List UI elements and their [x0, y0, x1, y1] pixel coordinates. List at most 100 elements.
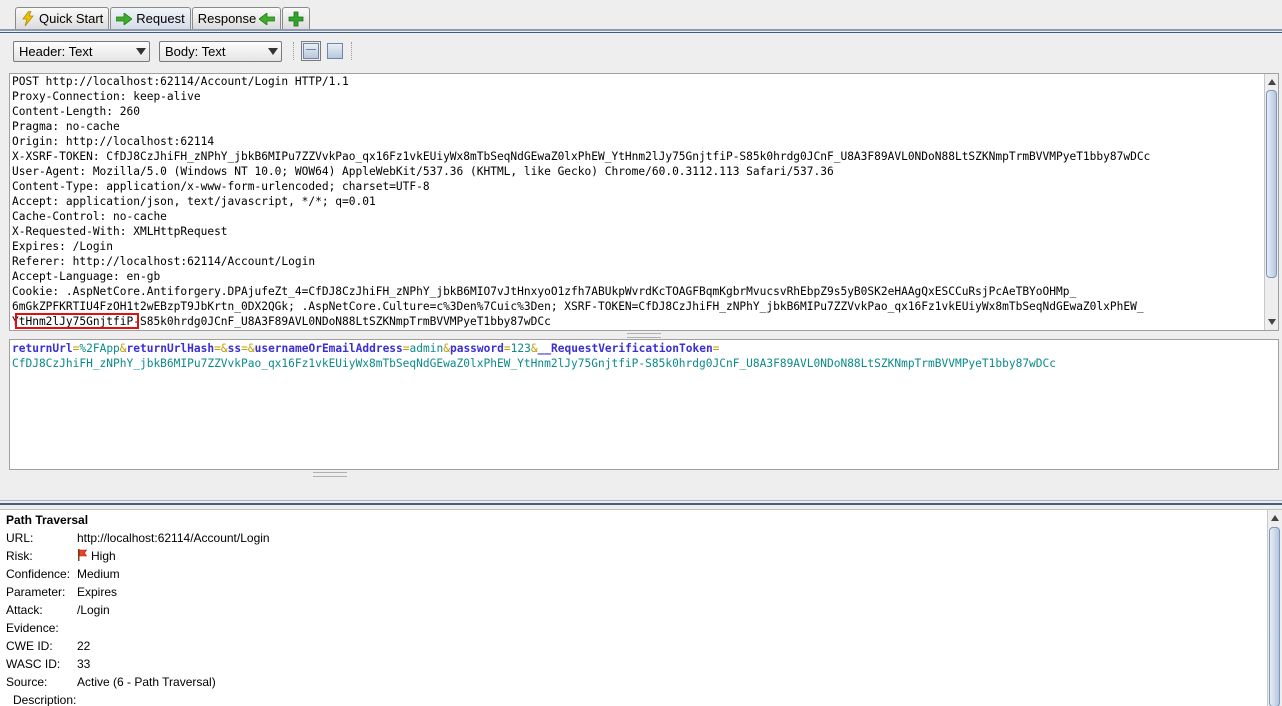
param-value: %2FApp — [79, 342, 120, 355]
body-line: returnUrl=%2FApp&returnUrlHash=&ss=&user… — [12, 341, 1056, 356]
header-line: POST http://localhost:62114/Account/Logi… — [12, 75, 349, 88]
split-horizontal-icon — [306, 49, 316, 50]
alert-scrollbar[interactable] — [1267, 510, 1282, 706]
tab-response[interactable]: Response — [191, 7, 282, 29]
header-scrollbar[interactable] — [1264, 74, 1278, 330]
alert-field-value: 33 — [77, 657, 90, 671]
alert-field-value-text: High — [91, 549, 116, 563]
splitter-handle[interactable] — [313, 472, 347, 477]
param-value: CfDJ8CzJhiFH_zNPhY_jbkB6MIPu7ZZVvkPao_qx… — [12, 357, 1056, 370]
body-line: CfDJ8CzJhiFH_zNPhY_jbkB6MIPu7ZZVvkPao_qx… — [12, 356, 1056, 371]
param-separator: = — [241, 342, 248, 355]
header-line: Expires: /Login — [12, 240, 114, 253]
param-value: admin — [409, 342, 444, 355]
scroll-up-button[interactable] — [1265, 75, 1278, 89]
alert-field-value: http://localhost:62114/Account/Login — [77, 531, 270, 545]
param-name: ss — [227, 342, 242, 355]
splitter-handle[interactable] — [627, 333, 661, 338]
tab-request[interactable]: Request — [110, 7, 191, 29]
tab-add[interactable] — [282, 7, 311, 29]
header-line: 6mGkZPFKRTIU4FzOH1t2wEBzpT9JbKrtn_0DX2QG… — [12, 300, 1144, 313]
toolbar-separator — [293, 42, 294, 60]
split-vertical-view-button[interactable] — [327, 43, 343, 59]
request-header-text[interactable]: POST http://localhost:62114/Account/Logi… — [9, 73, 1279, 331]
pane-divider-dark[interactable] — [0, 503, 1282, 505]
param-separator: & — [119, 342, 127, 355]
chevron-down-icon — [268, 48, 278, 55]
param-separator: & — [443, 342, 450, 355]
scroll-thumb[interactable] — [1266, 90, 1277, 278]
param-separator: = — [712, 342, 720, 355]
header-line: User-Agent: Mozilla/5.0 (Windows NT 10.0… — [12, 165, 834, 178]
add-tab-icon — [288, 11, 304, 27]
lightning-icon — [21, 11, 35, 26]
tab-label: Request — [136, 11, 185, 26]
alert-field-value-text: /Login — [77, 603, 110, 617]
alert-field-value-text: 22 — [77, 639, 91, 653]
header-line: Accept: application/json, text/javascrip… — [12, 195, 376, 208]
alert-field-value: 22 — [77, 639, 90, 653]
tab-label: Response — [197, 11, 257, 26]
header-line: Referer: http://localhost:62114/Account/… — [12, 255, 316, 268]
param-separator: = — [402, 342, 410, 355]
scroll-down-button[interactable] — [1265, 315, 1278, 329]
param-separator: & — [247, 342, 255, 355]
header-view-select[interactable]: Header: Text — [13, 41, 150, 62]
request-body-text[interactable]: returnUrl=%2FApp&returnUrlHash=&ss=&user… — [9, 339, 1279, 470]
red-flag-icon — [77, 549, 88, 564]
header-line: X-Requested-With: XMLHttpRequest — [12, 225, 228, 238]
header-line: Cookie: .AspNetCore.Antiforgery.DPAjufeZ… — [12, 285, 1077, 298]
header-line: Accept-Language: en-gb — [12, 270, 161, 283]
tab-strip: Quick Start Request Response — [0, 0, 1282, 34]
param-separator: = — [503, 342, 511, 355]
tab-strip-border-dark — [0, 32, 1282, 33]
header-line: X-XSRF-TOKEN: CfDJ8CzJhiFH_zNPhY_jbkB6MI… — [12, 150, 1151, 163]
alert-field-label: Confidence: — [6, 567, 71, 581]
header-line: Cache-Control: no-cache — [12, 210, 167, 223]
header-view-value: Header: Text — [19, 44, 93, 59]
param-separator: & — [530, 342, 538, 355]
alert-field-value-text: Expires — [77, 585, 118, 599]
body-view-select[interactable]: Body: Text — [159, 41, 282, 62]
alert-details-panel: Path Traversal URL: http://localhost:6211… — [0, 509, 1282, 706]
param-separator: = — [214, 342, 221, 355]
alert-field-value: Expires — [77, 585, 117, 599]
request-body-lines: returnUrl=%2FApp&returnUrlHash=&ss=&user… — [12, 341, 1056, 371]
split-horizontal-view-button[interactable] — [301, 41, 321, 61]
param-name: password — [449, 342, 504, 355]
alert-field-label: Attack: — [6, 603, 43, 617]
chevron-down-icon — [136, 48, 146, 55]
alert-field-label: URL: — [6, 531, 34, 545]
param-name: usernameOrEmailAddress — [254, 342, 403, 355]
tab-label: Quick Start — [39, 11, 104, 26]
alert-field-value: High — [77, 549, 116, 564]
param-name: returnUrl — [12, 342, 73, 355]
alert-title: Path Traversal — [6, 513, 89, 527]
param-value: 123 — [510, 342, 531, 355]
toolbar-separator — [351, 42, 352, 60]
alert-field-label: CWE ID: — [6, 639, 53, 653]
alert-field-label: Evidence: — [6, 621, 59, 635]
arrow-up-icon — [1268, 79, 1276, 85]
highlight-box — [15, 313, 139, 329]
header-line: Origin: http://localhost:62114 — [12, 135, 215, 148]
scroll-up-button[interactable] — [1268, 511, 1281, 525]
alert-field-label: Source: — [6, 675, 48, 689]
header-line: Content-Type: application/x-www-form-url… — [12, 180, 430, 193]
tab-strip-border — [0, 29, 1282, 31]
alert-field-value-text: http://localhost:62114/Account/Login — [77, 531, 270, 545]
body-view-value: Body: Text — [165, 44, 226, 59]
green-arrow-left-icon — [259, 12, 276, 25]
arrow-up-icon — [1271, 515, 1279, 521]
alert-field-value-text: 33 — [77, 657, 91, 671]
alert-field-label: WASC ID: — [6, 657, 61, 671]
request-toolbar: Header: Text Body: Text — [0, 38, 1282, 68]
alert-field-value-text: Medium — [77, 567, 120, 581]
scroll-thumb[interactable] — [1269, 527, 1280, 706]
param-name: __RequestVerificationToken — [537, 342, 713, 355]
header-line: YtHnm2lJy75GnjtfiP-S85k0hrdg0JCnF_U8A3F8… — [12, 315, 551, 328]
param-name: returnUrlHash — [126, 342, 215, 355]
tab-quick-start[interactable]: Quick Start — [15, 7, 110, 29]
alert-field-value-text: Active (6 - Path Traversal) — [77, 675, 216, 689]
alert-field-value: Active (6 - Path Traversal) — [77, 675, 216, 689]
